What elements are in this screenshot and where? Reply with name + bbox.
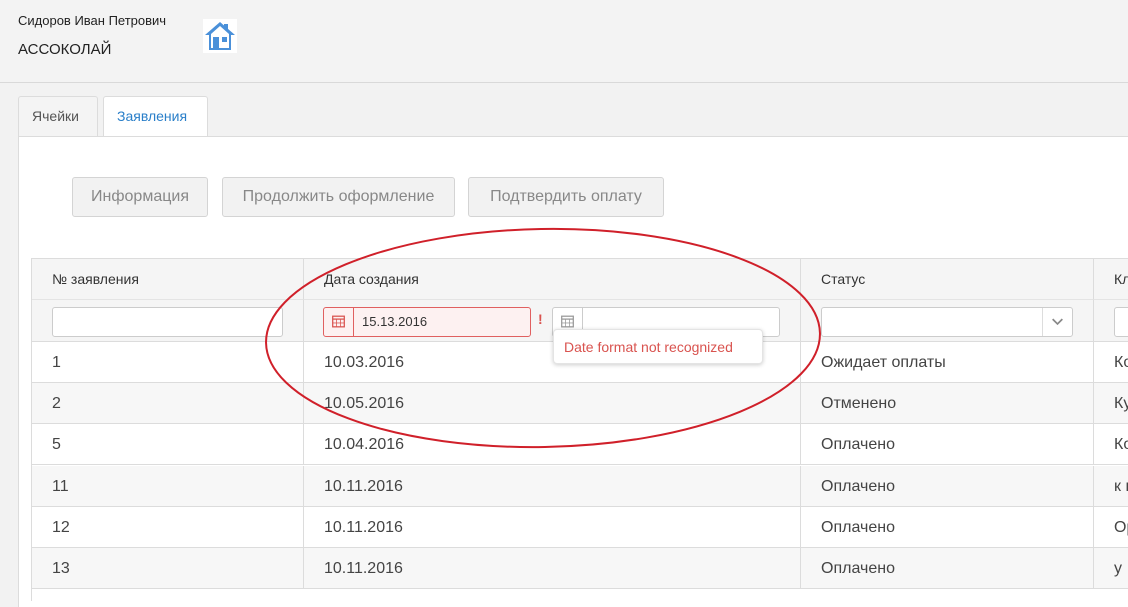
tab-cells[interactable]: Ячейки xyxy=(18,96,98,136)
cell-status: Оплачено xyxy=(801,424,1094,466)
cell-date: 10.05.2016 xyxy=(304,383,801,425)
chevron-down-icon[interactable] xyxy=(1042,308,1072,336)
tab-applications[interactable]: Заявления xyxy=(103,96,208,137)
cell-date: 10.11.2016 xyxy=(304,506,801,548)
cell-client: Ко xyxy=(1094,424,1128,466)
cell-date: 10.04.2016 xyxy=(304,424,801,466)
user-name: Сидоров Иван Петрович xyxy=(18,13,167,28)
client-filter-input[interactable] xyxy=(1114,307,1128,337)
cell-date: 10.11.2016 xyxy=(304,465,801,507)
number-filter-input[interactable] xyxy=(52,307,283,337)
tab-applications-label: Заявления xyxy=(117,108,188,124)
cell-client: к н xyxy=(1094,465,1128,507)
tab-bar: Ячейки Заявления xyxy=(18,96,1128,137)
cell-status: Оплачено xyxy=(801,548,1094,589)
tab-cells-label: Ячейки xyxy=(32,108,79,124)
home-icon[interactable] xyxy=(202,18,238,54)
cell-client: Ор xyxy=(1094,506,1128,548)
cell-status: Отменено xyxy=(801,383,1094,425)
status-filter-select[interactable] xyxy=(821,307,1073,337)
cell-status: Оплачено xyxy=(801,506,1094,548)
date-from-value: 15.13.2016 xyxy=(362,314,428,329)
applications-table: № заявления Дата создания Статус Кл 15.1… xyxy=(31,258,1128,601)
column-header-date[interactable]: Дата создания xyxy=(304,259,801,300)
cell-number: 5 xyxy=(32,424,304,466)
cell-status: Оплачено xyxy=(801,465,1094,507)
confirm-payment-button[interactable]: Подтвердить оплату xyxy=(468,177,664,217)
filter-cell-number xyxy=(32,300,304,342)
filter-cell-status xyxy=(801,300,1094,342)
cell-date: 10.11.2016 xyxy=(304,548,801,589)
column-header-client[interactable]: Кл xyxy=(1094,259,1128,300)
date-from-filter[interactable]: 15.13.2016 xyxy=(323,307,531,337)
error-indicator: ! xyxy=(538,311,543,327)
filter-cell-client xyxy=(1094,300,1128,342)
cell-client: Ко xyxy=(1094,342,1128,383)
top-bar: Сидоров Иван Петрович АССОКОЛАЙ xyxy=(0,0,1128,83)
cell-number: 2 xyxy=(32,383,304,425)
cell-number: 1 xyxy=(32,342,304,383)
cell-client: Ку xyxy=(1094,383,1128,425)
continue-registration-button[interactable]: Продолжить оформление xyxy=(222,177,455,217)
cell-number: 12 xyxy=(32,506,304,548)
cell-client: у xyxy=(1094,548,1128,589)
info-button[interactable]: Информация xyxy=(72,177,208,217)
cell-number: 13 xyxy=(32,548,304,589)
column-header-status[interactable]: Статус xyxy=(801,259,1094,300)
cell-status: Ожидает оплаты xyxy=(801,342,1094,383)
column-header-number[interactable]: № заявления xyxy=(32,259,304,300)
cell-number: 11 xyxy=(32,465,304,507)
calendar-icon[interactable] xyxy=(324,308,354,336)
error-tooltip: Date format not recognized xyxy=(553,329,763,364)
org-name: АССОКОЛАЙ xyxy=(18,41,112,58)
